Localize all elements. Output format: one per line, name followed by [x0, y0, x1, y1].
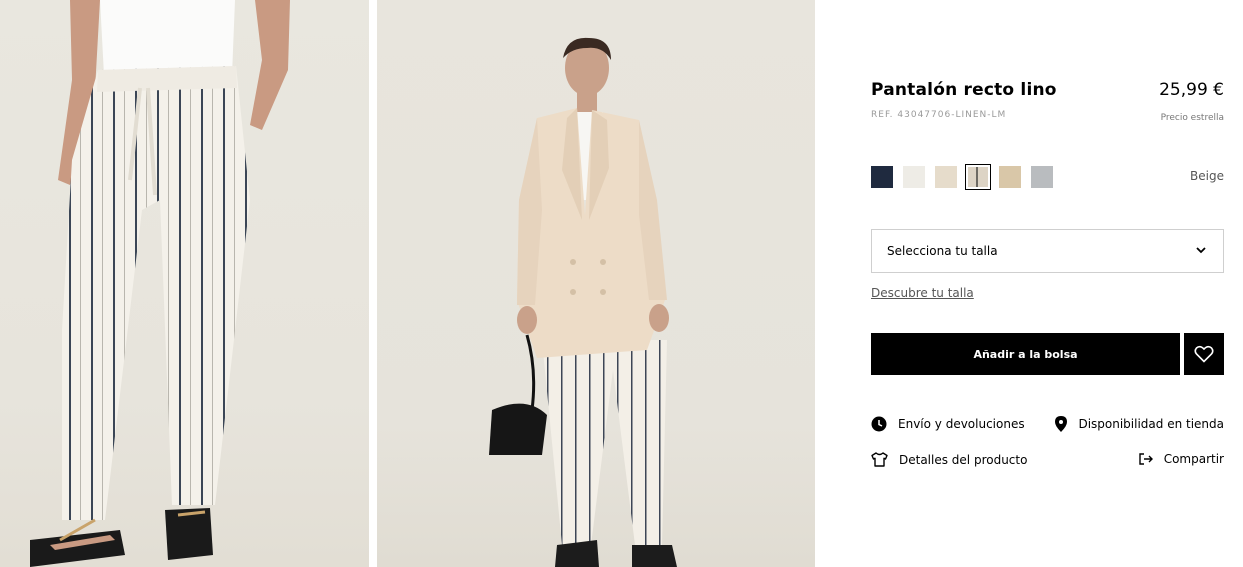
swatch-sand[interactable] [999, 166, 1021, 188]
swatch-cream[interactable] [935, 166, 957, 188]
color-swatch-sand[interactable] [999, 164, 1031, 190]
wishlist-button[interactable] [1184, 333, 1224, 375]
store-availability-label: Disponibilidad en tienda [1078, 417, 1224, 431]
share-link[interactable]: Compartir [1139, 452, 1224, 466]
product-reference: REF. 43047706-LINEN-LM [871, 110, 1007, 120]
product-details-link[interactable]: Detalles del producto [871, 452, 1027, 467]
color-swatch-off-white[interactable] [903, 164, 935, 190]
swatch-navy[interactable] [871, 166, 893, 188]
price-note: Precio estrella [1160, 113, 1224, 123]
color-swatches [871, 164, 1063, 190]
size-select-placeholder: Selecciona tu talla [887, 244, 998, 258]
add-to-bag-button[interactable]: Añadir a la bolsa [871, 333, 1180, 375]
product-photo-model[interactable] [377, 0, 815, 567]
product-price: 25,99 € [1159, 80, 1224, 100]
trousers-closeup-illustration [30, 0, 290, 567]
tshirt-icon [871, 452, 888, 467]
size-guide-link[interactable]: Descubre tu talla [871, 286, 974, 300]
color-swatch-navy[interactable] [871, 164, 903, 190]
product-info-panel: Pantalón recto lino 25,99 € REF. 4304770… [871, 0, 1224, 567]
swatch-grey[interactable] [1031, 166, 1053, 188]
location-pin-icon [1055, 416, 1068, 432]
store-availability-link[interactable]: Disponibilidad en tienda [1055, 416, 1224, 432]
color-swatch-grey[interactable] [1031, 164, 1063, 190]
shipping-returns-link[interactable]: Envío y devoluciones [871, 416, 1025, 432]
shipping-returns-label: Envío y devoluciones [898, 417, 1025, 431]
share-label: Compartir [1163, 452, 1224, 466]
heart-icon [1194, 345, 1214, 363]
swatch-off-white[interactable] [903, 166, 925, 188]
chevron-down-icon [1196, 247, 1206, 254]
clock-icon [871, 416, 887, 432]
model-illustration [489, 37, 677, 567]
product-photo-detail[interactable] [0, 0, 369, 567]
color-swatch-beige-stripe[interactable] [965, 164, 999, 190]
size-select[interactable]: Selecciona tu talla [871, 229, 1224, 273]
share-icon [1139, 453, 1153, 465]
product-title: Pantalón recto lino [871, 80, 1057, 100]
product-details-label: Detalles del producto [899, 452, 1028, 467]
swatch-beige-stripe-selected[interactable] [965, 164, 991, 190]
color-swatch-cream[interactable] [935, 164, 967, 190]
selected-color-name: Beige [1190, 169, 1224, 183]
